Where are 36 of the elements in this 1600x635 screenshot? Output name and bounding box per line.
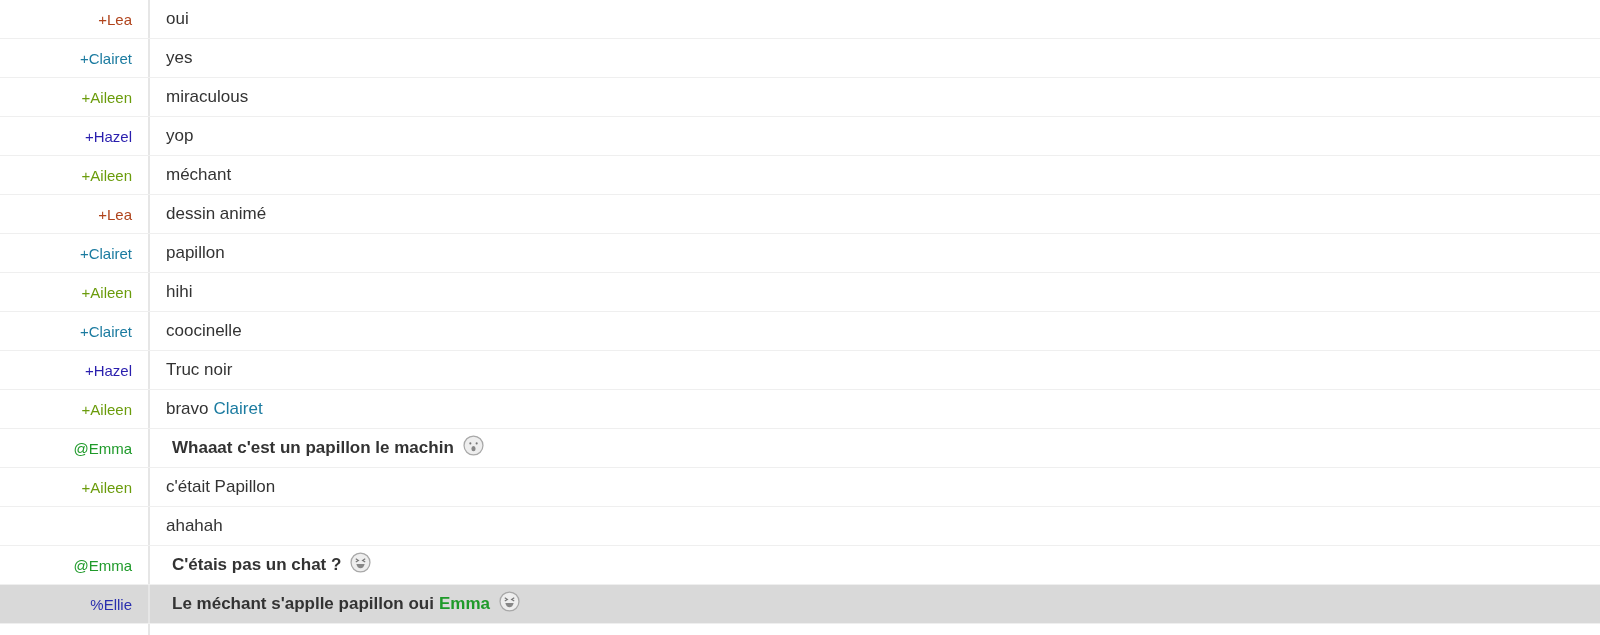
nickname: +Hazel <box>84 127 132 145</box>
message-text: c'était Papillon <box>166 477 276 497</box>
nickname: @Emma <box>73 439 132 457</box>
message-text: yop <box>166 126 194 146</box>
surprised-face-icon <box>462 434 484 456</box>
message-text: Le méchant s'applle papillon oui <box>172 594 434 614</box>
nickname: +Aileen <box>81 400 132 418</box>
nickname: +Clairet <box>79 322 132 340</box>
laughing-face-icon <box>498 590 520 612</box>
message-text: Whaaat c'est un papillon le machin <box>172 438 454 458</box>
nickname: @Emma <box>73 556 132 574</box>
nickname: +Clairet <box>79 49 132 67</box>
nick-mention: Clairet <box>213 399 263 419</box>
message-text: coocinelle <box>166 321 242 341</box>
nickname: +Aileen <box>81 478 132 496</box>
message-text: méchant <box>166 165 232 185</box>
nickname: +Lea <box>98 10 132 28</box>
nickname: +Lea <box>98 205 132 223</box>
nickname: +Hazel <box>84 361 132 379</box>
nick-mention: Emma <box>438 594 490 614</box>
nickname: +Aileen <box>81 166 132 184</box>
message-text: dessin animé <box>166 204 267 224</box>
message-text: yes <box>166 48 193 68</box>
laughing-face-icon <box>350 551 372 573</box>
message-text: C'étais pas un chat ? <box>172 555 342 575</box>
message-text: ahahah <box>166 516 223 536</box>
message-text: oui <box>166 9 189 29</box>
message-text: hihi <box>166 282 193 302</box>
nickname: +Aileen <box>81 88 132 106</box>
message-text: Truc noir <box>166 360 233 380</box>
message-text: miraculous <box>166 87 249 107</box>
nickname: +Clairet <box>79 244 132 262</box>
nickname: %Ellie <box>90 595 132 613</box>
nickname: +Aileen <box>81 283 132 301</box>
message-text: papillon <box>166 243 225 263</box>
message-text: bravo <box>166 399 209 419</box>
